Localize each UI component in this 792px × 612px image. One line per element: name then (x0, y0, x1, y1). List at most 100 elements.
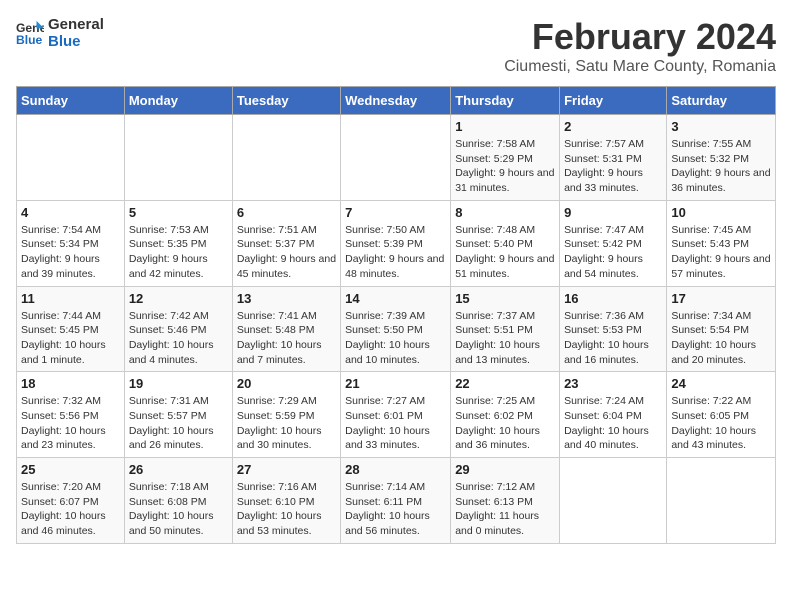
day-number: 13 (237, 291, 336, 306)
weekday-header: Tuesday (232, 87, 340, 115)
day-number: 19 (129, 376, 228, 391)
day-info: Sunrise: 7:20 AMSunset: 6:07 PMDaylight:… (21, 480, 120, 539)
day-info: Sunrise: 7:18 AMSunset: 6:08 PMDaylight:… (129, 480, 228, 539)
day-number: 17 (671, 291, 771, 306)
day-info: Sunrise: 7:31 AMSunset: 5:57 PMDaylight:… (129, 394, 228, 453)
day-number: 27 (237, 462, 336, 477)
day-number: 8 (455, 205, 555, 220)
day-number: 7 (345, 205, 446, 220)
calendar-cell: 20 Sunrise: 7:29 AMSunset: 5:59 PMDayligh… (232, 372, 340, 458)
calendar-cell: 8 Sunrise: 7:48 AMSunset: 5:40 PMDaylight… (451, 200, 560, 286)
calendar-cell: 14 Sunrise: 7:39 AMSunset: 5:50 PMDayligh… (341, 286, 451, 372)
day-info: Sunrise: 7:53 AMSunset: 5:35 PMDaylight:… (129, 223, 228, 282)
day-info: Sunrise: 7:16 AMSunset: 6:10 PMDaylight:… (237, 480, 336, 539)
calendar-cell: 9 Sunrise: 7:47 AMSunset: 5:42 PMDaylight… (560, 200, 667, 286)
calendar-cell (560, 458, 667, 544)
weekday-header: Thursday (451, 87, 560, 115)
calendar-cell: 17 Sunrise: 7:34 AMSunset: 5:54 PMDayligh… (667, 286, 776, 372)
calendar-cell: 6 Sunrise: 7:51 AMSunset: 5:37 PMDaylight… (232, 200, 340, 286)
day-number: 29 (455, 462, 555, 477)
calendar-cell: 29 Sunrise: 7:12 AMSunset: 6:13 PMDayligh… (451, 458, 560, 544)
calendar-table: SundayMondayTuesdayWednesdayThursdayFrid… (16, 86, 776, 544)
calendar-cell (341, 115, 451, 201)
day-info: Sunrise: 7:36 AMSunset: 5:53 PMDaylight:… (564, 309, 662, 368)
day-info: Sunrise: 7:39 AMSunset: 5:50 PMDaylight:… (345, 309, 446, 368)
calendar-cell: 28Sunrise: 7:14 AMSunset: 6:11 PMDayligh… (341, 458, 451, 544)
calendar-cell: 1 Sunrise: 7:58 AMSunset: 5:29 PMDaylight… (451, 115, 560, 201)
day-info: Sunrise: 7:44 AMSunset: 5:45 PMDaylight:… (21, 309, 120, 368)
day-info: Sunrise: 7:12 AMSunset: 6:13 PMDaylight:… (455, 480, 555, 539)
weekday-header: Friday (560, 87, 667, 115)
calendar-cell: 7 Sunrise: 7:50 AMSunset: 5:39 PMDaylight… (341, 200, 451, 286)
calendar-cell: 25Sunrise: 7:20 AMSunset: 6:07 PMDayligh… (17, 458, 125, 544)
day-number: 2 (564, 119, 662, 134)
day-info: Sunrise: 7:29 AMSunset: 5:59 PMDaylight:… (237, 394, 336, 453)
day-info: Sunrise: 7:25 AMSunset: 6:02 PMDaylight:… (455, 394, 555, 453)
weekday-header: Saturday (667, 87, 776, 115)
logo-icon: General Blue (16, 19, 44, 47)
day-info: Sunrise: 7:32 AMSunset: 5:56 PMDaylight:… (21, 394, 120, 453)
day-number: 5 (129, 205, 228, 220)
day-info: Sunrise: 7:42 AMSunset: 5:46 PMDaylight:… (129, 309, 228, 368)
day-info: Sunrise: 7:48 AMSunset: 5:40 PMDaylight:… (455, 223, 555, 282)
day-info: Sunrise: 7:54 AMSunset: 5:34 PMDaylight:… (21, 223, 120, 282)
logo-text-line2: Blue (48, 33, 104, 50)
day-number: 14 (345, 291, 446, 306)
page-header: General Blue General Blue February 2024 … (16, 16, 776, 76)
calendar-cell: 23Sunrise: 7:24 AMSunset: 6:04 PMDayligh… (560, 372, 667, 458)
calendar-cell: 18 Sunrise: 7:32 AMSunset: 5:56 PMDayligh… (17, 372, 125, 458)
day-info: Sunrise: 7:58 AMSunset: 5:29 PMDaylight:… (455, 137, 555, 196)
day-number: 11 (21, 291, 120, 306)
day-number: 21 (345, 376, 446, 391)
day-info: Sunrise: 7:22 AMSunset: 6:05 PMDaylight:… (671, 394, 771, 453)
day-number: 9 (564, 205, 662, 220)
day-info: Sunrise: 7:41 AMSunset: 5:48 PMDaylight:… (237, 309, 336, 368)
day-number: 26 (129, 462, 228, 477)
calendar-cell: 11 Sunrise: 7:44 AMSunset: 5:45 PMDayligh… (17, 286, 125, 372)
day-number: 22 (455, 376, 555, 391)
calendar-cell: 13 Sunrise: 7:41 AMSunset: 5:48 PMDayligh… (232, 286, 340, 372)
weekday-header: Monday (124, 87, 232, 115)
day-number: 18 (21, 376, 120, 391)
calendar-cell: 22 Sunrise: 7:25 AMSunset: 6:02 PMDayligh… (451, 372, 560, 458)
day-number: 23 (564, 376, 662, 391)
day-number: 4 (21, 205, 120, 220)
day-number: 6 (237, 205, 336, 220)
day-info: Sunrise: 7:51 AMSunset: 5:37 PMDaylight:… (237, 223, 336, 282)
main-title: February 2024 (504, 16, 776, 58)
calendar-cell: 5 Sunrise: 7:53 AMSunset: 5:35 PMDaylight… (124, 200, 232, 286)
day-info: Sunrise: 7:47 AMSunset: 5:42 PMDaylight:… (564, 223, 662, 282)
weekday-header: Wednesday (341, 87, 451, 115)
day-info: Sunrise: 7:57 AMSunset: 5:31 PMDaylight:… (564, 137, 662, 196)
calendar-cell: 15 Sunrise: 7:37 AMSunset: 5:51 PMDayligh… (451, 286, 560, 372)
subtitle: Ciumesti, Satu Mare County, Romania (504, 58, 776, 76)
calendar-cell: 26 Sunrise: 7:18 AMSunset: 6:08 PMDayligh… (124, 458, 232, 544)
calendar-cell (124, 115, 232, 201)
calendar-cell: 21 Sunrise: 7:27 AMSunset: 6:01 PMDayligh… (341, 372, 451, 458)
svg-text:Blue: Blue (16, 33, 43, 47)
calendar-cell: 19 Sunrise: 7:31 AMSunset: 5:57 PMDayligh… (124, 372, 232, 458)
logo-text-line1: General (48, 16, 104, 33)
day-number: 20 (237, 376, 336, 391)
day-number: 15 (455, 291, 555, 306)
logo: General Blue General Blue (16, 16, 104, 50)
calendar-cell: 24 Sunrise: 7:22 AMSunset: 6:05 PMDayligh… (667, 372, 776, 458)
day-info: Sunrise: 7:34 AMSunset: 5:54 PMDaylight:… (671, 309, 771, 368)
day-number: 16 (564, 291, 662, 306)
day-info: Sunrise: 7:45 AMSunset: 5:43 PMDaylight:… (671, 223, 771, 282)
calendar-cell: 27 Sunrise: 7:16 AMSunset: 6:10 PMDayligh… (232, 458, 340, 544)
day-info: Sunrise: 7:50 AMSunset: 5:39 PMDaylight:… (345, 223, 446, 282)
calendar-cell: 10 Sunrise: 7:45 AMSunset: 5:43 PMDayligh… (667, 200, 776, 286)
calendar-cell: 3 Sunrise: 7:55 AMSunset: 5:32 PMDaylight… (667, 115, 776, 201)
calendar-cell: 2 Sunrise: 7:57 AMSunset: 5:31 PMDaylight… (560, 115, 667, 201)
day-number: 3 (671, 119, 771, 134)
calendar-cell (17, 115, 125, 201)
calendar-cell (667, 458, 776, 544)
day-number: 1 (455, 119, 555, 134)
day-number: 24 (671, 376, 771, 391)
day-info: Sunrise: 7:27 AMSunset: 6:01 PMDaylight:… (345, 394, 446, 453)
day-info: Sunrise: 7:55 AMSunset: 5:32 PMDaylight:… (671, 137, 771, 196)
calendar-cell: 16 Sunrise: 7:36 AMSunset: 5:53 PMDayligh… (560, 286, 667, 372)
day-number: 10 (671, 205, 771, 220)
day-info: Sunrise: 7:37 AMSunset: 5:51 PMDaylight:… (455, 309, 555, 368)
